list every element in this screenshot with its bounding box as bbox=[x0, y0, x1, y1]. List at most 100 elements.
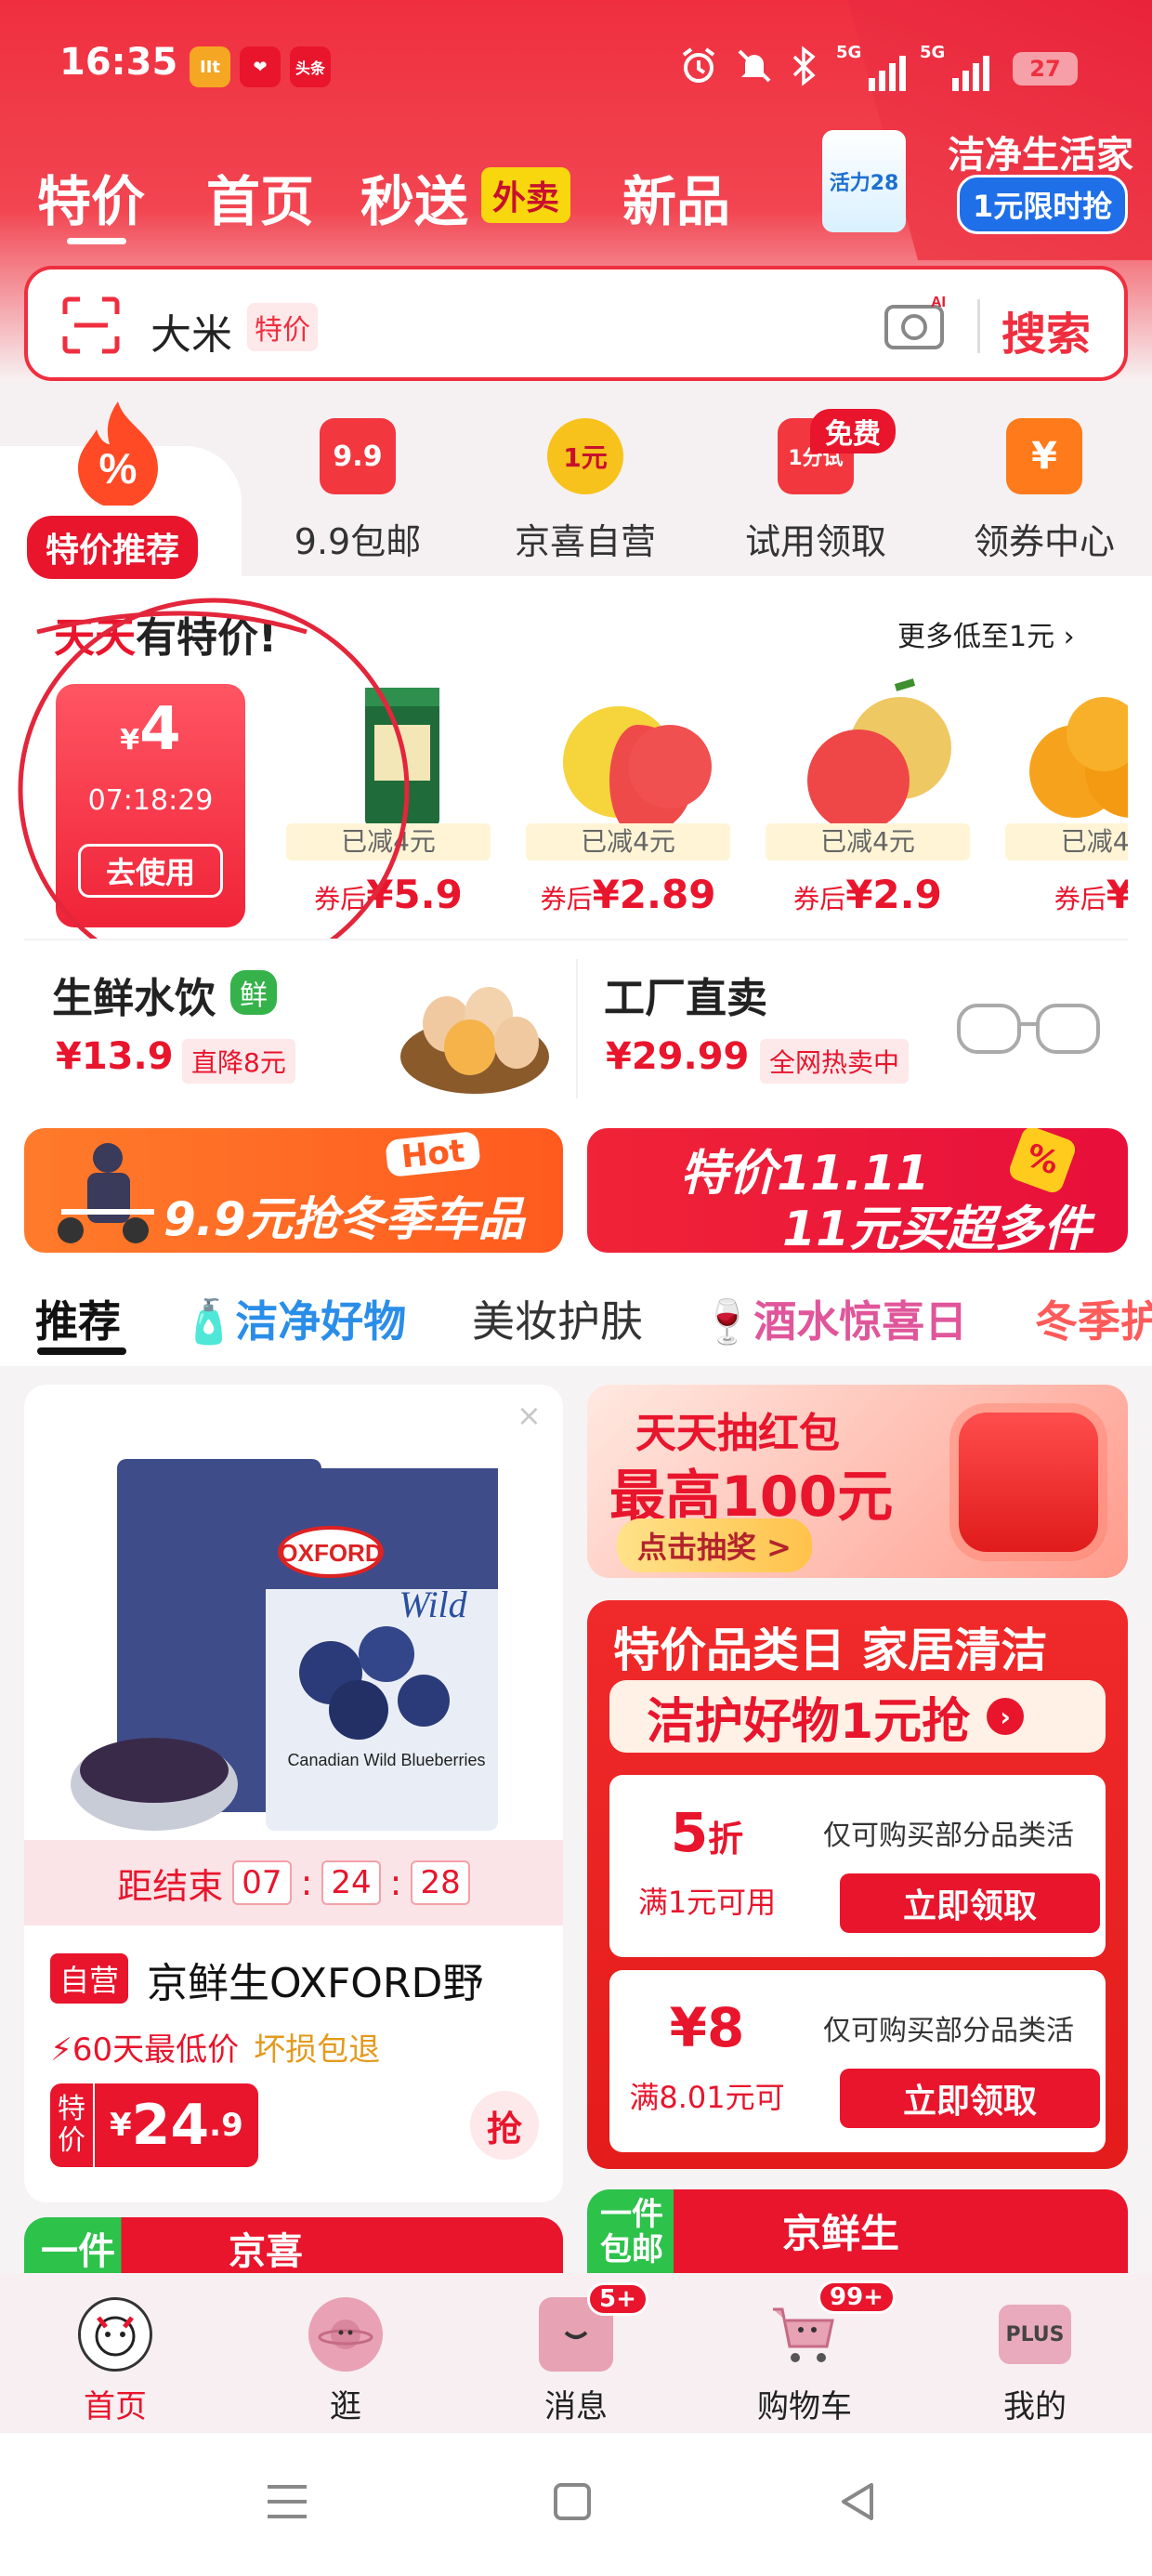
nav-messages[interactable]: 消息 5+ bbox=[502, 2282, 650, 2426]
category-9-9-free-shipping[interactable]: 9.9 9.9包邮 bbox=[255, 418, 460, 564]
nav-browse[interactable]: 逛 bbox=[271, 2297, 420, 2426]
planet-icon bbox=[308, 2297, 383, 2372]
claim-button[interactable]: 立即领取 bbox=[840, 2069, 1100, 2128]
close-icon[interactable]: × bbox=[517, 1398, 542, 1433]
header: 16:35 IIt ❤ 头条 5G 5G 27 特价 首页 秒送 外卖 新品 活… bbox=[0, 0, 1152, 381]
fresh-drinks-card[interactable]: 生鲜水饮 鲜 ¥13.9 直降8元 bbox=[24, 940, 576, 1117]
fresh-drinks-title: 生鲜水饮 bbox=[52, 975, 216, 1022]
tab-special-price[interactable]: 特价 bbox=[37, 158, 145, 236]
factory-direct-title: 工厂直卖 bbox=[604, 975, 767, 1022]
signal-icon: 5G bbox=[836, 43, 907, 91]
product-card[interactable]: × OXFORD Wild Canadian Wild Blueberries … bbox=[24, 1385, 563, 2202]
claim-button[interactable]: 立即领取 bbox=[840, 1873, 1100, 1933]
coupon-description: 仅可购买部分品类活 bbox=[823, 1820, 1074, 1852]
signal-icon-2: 5G bbox=[920, 43, 990, 91]
camera-icon[interactable]: AI bbox=[883, 294, 949, 353]
promo-badge[interactable]: 1元限时抢 bbox=[957, 175, 1129, 234]
deal-item[interactable]: 已减4元 券后¥2.9 bbox=[766, 678, 979, 929]
winter-car-text: 9.9元抢冬季车品 bbox=[164, 1192, 525, 1246]
double-eleven-banner[interactable]: 特价11.11 11元买超多件 % bbox=[587, 1128, 1128, 1253]
nav-label: 消息 bbox=[544, 2388, 608, 2425]
peek-tag: 一件包邮 bbox=[600, 2196, 663, 2268]
plus-member-icon: PLUS bbox=[999, 2305, 1071, 2364]
promo-title[interactable]: 洁净生活家 bbox=[948, 125, 1133, 178]
hot-badge: Hot bbox=[385, 1130, 481, 1178]
category-day-card[interactable]: 特价品类日 家居清洁 洁护好物1元抢 › 5折 满1元可用 仅可购买部分品类活 立… bbox=[587, 1600, 1128, 2169]
menu-icon[interactable] bbox=[264, 2481, 310, 2522]
nav-label: 购物车 bbox=[757, 2388, 852, 2425]
search-button[interactable]: 搜索 bbox=[1001, 297, 1091, 362]
coupon-condition: 满1元可用 bbox=[637, 1885, 777, 1920]
tab-home[interactable]: 首页 bbox=[206, 158, 314, 236]
promo-product-image[interactable]: 活力28 bbox=[822, 130, 906, 232]
double-eleven-subtitle: 11元买超多件 bbox=[782, 1202, 1092, 1253]
tab-wine[interactable]: 🍷酒水惊喜日 bbox=[700, 1288, 967, 1349]
category-jingxi-self[interactable]: 1元 京喜自营 bbox=[483, 418, 687, 564]
deal-discount-tag: 已减4元 bbox=[526, 823, 730, 861]
search-bar[interactable]: 大米 特价 AI 搜索 bbox=[24, 266, 1128, 381]
active-tab-indicator bbox=[67, 238, 126, 244]
tab-clean-goods[interactable]: 🧴洁净好物 bbox=[182, 1288, 406, 1349]
grab-button[interactable]: 抢 bbox=[470, 2091, 539, 2160]
nav-home[interactable]: 首页 bbox=[41, 2297, 190, 2426]
message-badge: 5+ bbox=[587, 2282, 648, 2316]
tab-underline bbox=[37, 1347, 126, 1355]
next-card-peek-left[interactable]: 一件 京喜 bbox=[24, 2217, 563, 2273]
system-navigation-bar bbox=[0, 2433, 1152, 2576]
fresh-badge: 鲜 bbox=[230, 970, 277, 1015]
factory-direct-card[interactable]: 工厂直卖 ¥29.99 全网热卖中 bbox=[578, 940, 1128, 1117]
deal-discount-tag: 已减4元 bbox=[766, 823, 970, 861]
scan-icon[interactable] bbox=[61, 296, 121, 355]
deal-discount-tag: 已减4.9 bbox=[1005, 823, 1128, 861]
search-divider bbox=[977, 299, 980, 353]
glasses-image bbox=[957, 1004, 1100, 1054]
tab-recommend[interactable]: 推荐 bbox=[35, 1288, 121, 1349]
nav-label: 逛 bbox=[330, 2388, 361, 2425]
lightning-icon: ⚡ bbox=[50, 2031, 72, 2069]
coupon-description: 仅可购买部分品类活 bbox=[823, 2015, 1074, 2047]
home-square-icon[interactable] bbox=[552, 2481, 593, 2522]
factory-note: 全网热卖中 bbox=[760, 1039, 910, 1084]
tab-beauty[interactable]: 美妆护肤 bbox=[472, 1288, 643, 1349]
deal-item[interactable]: 已减4元 券后¥2.89 bbox=[526, 678, 740, 929]
winter-car-banner[interactable]: Hot 9.9元抢冬季车品 bbox=[24, 1128, 563, 1253]
category-day-subtitle[interactable]: 洁护好物1元抢 › bbox=[609, 1680, 1106, 1753]
special-price-label: 特价 bbox=[50, 2083, 95, 2167]
tab-instant-delivery[interactable]: 秒送 bbox=[360, 158, 468, 236]
subcards-section: 生鲜水饮 鲜 ¥13.9 直降8元 工厂直卖 ¥29.99 全网热卖中 bbox=[24, 939, 1128, 1115]
tab-winter[interactable]: 冬季护 bbox=[1035, 1288, 1152, 1349]
coupon-value: ¥8 bbox=[669, 1996, 745, 2059]
product-name[interactable]: 京鲜生OXFORD野 bbox=[147, 1950, 483, 2009]
nav-label: 我的 bbox=[1003, 2388, 1067, 2425]
next-card-peek-right[interactable]: 一件包邮 京鲜生 bbox=[587, 2189, 1128, 2273]
tab-new-products[interactable]: 新品 bbox=[622, 158, 730, 236]
countdown-seconds: 28 bbox=[411, 1860, 470, 1905]
nav-cart[interactable]: 购物车 99+ bbox=[730, 2280, 896, 2426]
deal-item[interactable]: 已减4.9 券后¥1 bbox=[1005, 678, 1128, 929]
nav-me[interactable]: PLUS 我的 bbox=[961, 2297, 1109, 2426]
category-coupon-center[interactable]: ¥ 领券中心 bbox=[942, 418, 1146, 564]
deal-price: 券后¥1 bbox=[1054, 872, 1128, 917]
status-time: 16:35 bbox=[59, 41, 178, 84]
countdown-bar: 距结束 07: 24: 28 bbox=[24, 1840, 563, 1925]
nine-nine-icon: 9.9 bbox=[320, 418, 396, 494]
ai-badge: AI bbox=[931, 295, 946, 310]
red-envelope-icon bbox=[959, 1413, 1098, 1552]
orange-image bbox=[1029, 697, 1128, 818]
category-label: 9.9包邮 bbox=[294, 521, 422, 562]
red-packet-card[interactable]: 天天抽红包 最高100元 点击抽奖 > bbox=[587, 1385, 1128, 1578]
more-deals-link[interactable]: 更多低至1元 › bbox=[897, 613, 1075, 654]
deal-price: 券后¥2.9 bbox=[793, 872, 942, 917]
flame-percent-icon[interactable]: % bbox=[69, 398, 167, 506]
category-label: 京喜自营 bbox=[514, 521, 656, 562]
search-tag: 特价 bbox=[247, 303, 318, 351]
search-input[interactable]: 大米 bbox=[151, 301, 232, 361]
category-special-recommend[interactable]: 特价推荐 bbox=[24, 513, 202, 582]
back-icon[interactable] bbox=[836, 2479, 877, 2524]
peek-text: 京喜 bbox=[229, 2230, 303, 2273]
draw-button[interactable]: 点击抽奖 > bbox=[617, 1518, 812, 1572]
chevron-right-icon: › bbox=[987, 1698, 1025, 1735]
free-badge: 免费 bbox=[810, 409, 896, 453]
blueberry-product-image: OXFORD Wild Canadian Wild Blueberries bbox=[71, 1459, 498, 1831]
mute-icon bbox=[734, 43, 775, 89]
